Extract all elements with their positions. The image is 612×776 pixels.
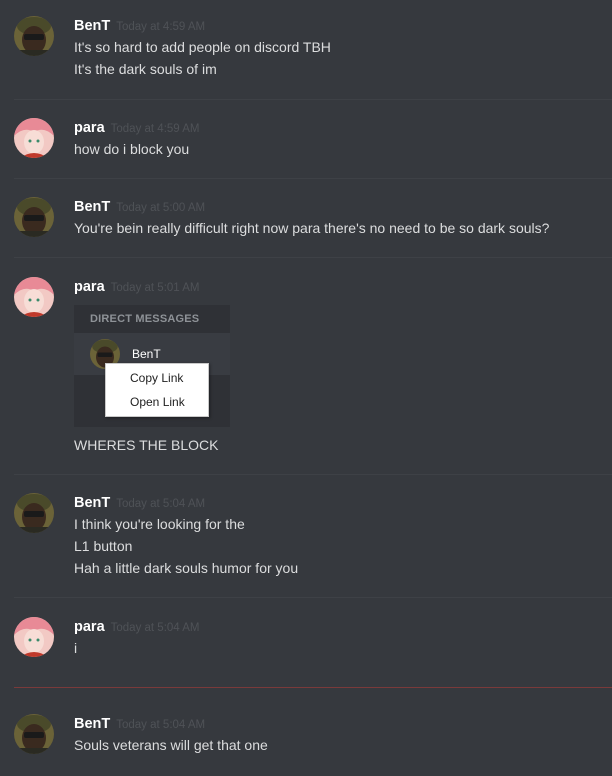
menu-item-label: Copy Link — [130, 371, 184, 385]
message-content: BenT Today at 5:04 AM Souls veterans will… — [74, 714, 602, 756]
avatar[interactable] — [14, 714, 54, 754]
para-avatar-icon — [14, 118, 54, 158]
para-avatar-icon — [14, 617, 54, 657]
username[interactable]: BenT — [74, 495, 110, 511]
message-text: how do i block you — [74, 141, 190, 157]
new-messages-divider — [14, 687, 612, 688]
avatar[interactable] — [14, 16, 54, 56]
message-divider — [14, 474, 612, 475]
bent-avatar-icon — [14, 16, 54, 56]
chat-messages: BenT Today at 4:59 AM It's so hard to add… — [0, 0, 612, 776]
para-avatar-icon — [14, 277, 54, 317]
timestamp: Today at 5:04 AM — [116, 498, 206, 510]
message-divider — [14, 597, 612, 598]
username[interactable]: BenT — [74, 199, 110, 215]
username[interactable]: para — [74, 120, 105, 136]
message-header: para Today at 5:04 AM — [74, 617, 602, 637]
message-divider — [14, 257, 612, 258]
avatar[interactable] — [14, 277, 54, 317]
message-content: para Today at 5:01 AM — [74, 277, 602, 297]
bent-avatar-icon — [14, 493, 54, 533]
message-text: Hah a little dark souls humor for you — [74, 560, 299, 576]
avatar[interactable] — [14, 493, 54, 533]
menu-item-label: Open Link — [130, 395, 185, 409]
message-content: para Today at 5:04 AM i — [74, 617, 602, 659]
message-text: i — [74, 640, 78, 656]
username[interactable]: para — [74, 279, 105, 295]
username[interactable]: BenT — [74, 18, 110, 34]
bent-avatar-icon — [14, 714, 54, 754]
timestamp: Today at 5:00 AM — [116, 202, 206, 214]
message-text: It's so hard to add people on discord TB… — [74, 39, 331, 55]
message-text: You're bein really difficult right now p… — [74, 220, 550, 236]
attached-screenshot[interactable]: DIRECT MESSAGES BenT Copy Link Open Link — [74, 305, 230, 427]
message-header: para Today at 4:59 AM — [74, 118, 602, 138]
message-header: BenT Today at 5:00 AM — [74, 197, 602, 217]
message-text: WHERES THE BLOCK — [74, 437, 219, 453]
timestamp: Today at 5:04 AM — [110, 622, 200, 634]
open-link-menu-item: Open Link — [106, 391, 208, 413]
avatar[interactable] — [14, 617, 54, 657]
message-text: I think you're looking for the — [74, 516, 245, 532]
timestamp: Today at 5:01 AM — [110, 282, 200, 294]
bent-avatar-icon — [14, 197, 54, 237]
username[interactable]: BenT — [74, 716, 110, 732]
username[interactable]: para — [74, 619, 105, 635]
message-header: BenT Today at 5:04 AM — [74, 493, 602, 513]
copy-link-menu-item: Copy Link — [106, 367, 208, 389]
timestamp: Today at 5:04 AM — [116, 719, 206, 731]
avatar[interactable] — [14, 197, 54, 237]
avatar[interactable] — [14, 118, 54, 158]
timestamp: Today at 4:59 AM — [116, 21, 206, 33]
message-text: Souls veterans will get that one — [74, 737, 268, 753]
message-header: para Today at 5:01 AM — [74, 277, 602, 297]
message-header: BenT Today at 4:59 AM — [74, 16, 602, 36]
message-content: para Today at 4:59 AM how do i block you — [74, 118, 602, 160]
direct-messages-heading: DIRECT MESSAGES — [90, 313, 200, 325]
context-menu: Copy Link Open Link — [105, 363, 209, 417]
message-content: BenT Today at 5:00 AM You're bein really … — [74, 197, 602, 239]
message-content: BenT Today at 4:59 AM It's so hard to add… — [74, 16, 602, 80]
message-content: BenT Today at 5:04 AM I think you're look… — [74, 493, 602, 579]
message-text: It's the dark souls of im — [74, 61, 217, 77]
message-divider — [14, 99, 612, 100]
message-header: BenT Today at 5:04 AM — [74, 714, 602, 734]
dm-username: BenT — [132, 347, 161, 361]
timestamp: Today at 4:59 AM — [110, 123, 200, 135]
message-text: L1 button — [74, 538, 133, 554]
message-divider — [14, 178, 612, 179]
